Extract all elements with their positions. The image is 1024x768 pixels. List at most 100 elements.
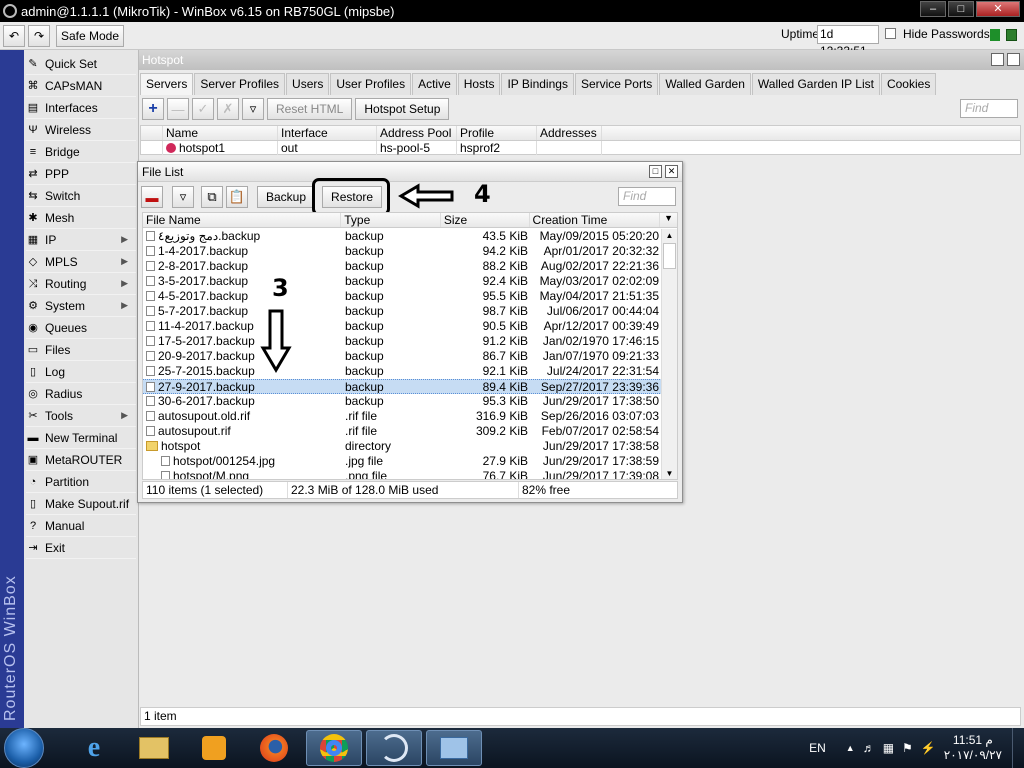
sidebar-item-quick-set[interactable]: ✎ Quick Set: [26, 53, 136, 75]
remove-button[interactable]: —: [167, 98, 189, 120]
table-row[interactable]: autosupout.rif .rif file 309.2 KiB Feb/07/2…: [143, 424, 662, 439]
power-icon[interactable]: ⚡: [921, 741, 936, 755]
sidebar-item-switch[interactable]: ⇆ Switch: [26, 185, 136, 207]
table-row[interactable]: 25-7-2015.backup backup 92.1 KiB Jul/24/201…: [143, 364, 662, 379]
table-row[interactable]: 30-6-2017.backup backup 95.3 KiB Jun/29/201…: [143, 394, 662, 409]
hotspot-close-button[interactable]: ✕: [1007, 53, 1020, 66]
maximize-button[interactable]: □: [948, 1, 974, 17]
clock[interactable]: 11:51 م ٢٠١٧/٠٩/٢٧: [944, 733, 1002, 763]
sidebar-item-log[interactable]: ▯ Log: [26, 361, 136, 383]
file-filter-button[interactable]: ▿: [172, 186, 194, 208]
hide-passwords-checkbox[interactable]: [885, 28, 896, 39]
sidebar-item-metarouter[interactable]: ▣ MetaROUTER: [26, 449, 136, 471]
backup-button[interactable]: Backup: [257, 186, 316, 208]
sidebar-item-routing[interactable]: ⤨ Routing ▶: [26, 273, 136, 295]
hotspot-find-input[interactable]: Find: [960, 99, 1018, 118]
reset-html-button[interactable]: Reset HTML: [267, 98, 353, 120]
table-row[interactable]: دمج وتوزيع٤.backup backup 43.5 KiB May/09/2…: [143, 229, 662, 244]
col-file-name[interactable]: File Name: [143, 213, 342, 227]
disable-button[interactable]: ✗: [217, 98, 239, 120]
table-row[interactable]: 20-9-2017.backup backup 86.7 KiB Jan/07/197…: [143, 349, 662, 364]
add-button[interactable]: +: [142, 98, 164, 120]
sidebar-item-bridge[interactable]: ≡ Bridge: [26, 141, 136, 163]
tab-active[interactable]: Active: [412, 73, 457, 95]
table-row[interactable]: 1-4-2017.backup backup 94.2 KiB Apr/01/2017…: [143, 244, 662, 259]
table-row[interactable]: 27-9-2017.backup backup 89.4 KiB Sep/27/201…: [143, 379, 662, 394]
sidebar-item-capsman[interactable]: ⌘ CAPsMAN: [26, 75, 136, 97]
sidebar-item-mesh[interactable]: ✱ Mesh: [26, 207, 136, 229]
taskbar-chrome[interactable]: [306, 730, 362, 766]
tab-server-profiles[interactable]: Server Profiles: [194, 73, 286, 95]
file-find-input[interactable]: Find: [618, 187, 676, 206]
sidebar-item-mpls[interactable]: ◇ MPLS ▶: [26, 251, 136, 273]
taskbar-winbox[interactable]: [366, 730, 422, 766]
language-indicator[interactable]: EN: [809, 741, 826, 755]
tab-service-ports[interactable]: Service Ports: [574, 73, 659, 95]
file-list-scrollbar[interactable]: ▲ ▼: [661, 229, 677, 479]
sidebar-item-ppp[interactable]: ⇄ PPP: [26, 163, 136, 185]
sidebar-item-new-terminal[interactable]: ▬ New Terminal: [26, 427, 136, 449]
close-button[interactable]: ✕: [976, 1, 1020, 17]
enable-button[interactable]: ✓: [192, 98, 214, 120]
taskbar-control-panel[interactable]: [426, 730, 482, 766]
delete-file-button[interactable]: ▬: [141, 186, 163, 208]
tab-cookies[interactable]: Cookies: [880, 73, 937, 95]
col-type[interactable]: Type: [341, 213, 441, 227]
tab-walled-garden[interactable]: Walled Garden: [659, 73, 751, 95]
file-list-close-button[interactable]: ✕: [665, 165, 678, 178]
safe-mode-button[interactable]: Safe Mode: [56, 24, 124, 47]
sidebar-item-exit[interactable]: ⇥ Exit: [26, 537, 136, 559]
paste-button[interactable]: 📋: [226, 186, 248, 208]
sidebar-item-partition[interactable]: ◔ Partition: [26, 471, 136, 493]
col-addresses[interactable]: Addresses ...: [537, 126, 602, 140]
tab-hosts[interactable]: Hosts: [457, 73, 501, 95]
file-list-restore-button[interactable]: □: [649, 165, 662, 178]
copy-button[interactable]: ⧉: [201, 186, 223, 208]
table-row[interactable]: 11-4-2017.backup backup 90.5 KiB Apr/12/201…: [143, 319, 662, 334]
scroll-down-icon[interactable]: ▼: [662, 467, 677, 479]
show-hidden-icons-icon[interactable]: ▲: [846, 743, 855, 753]
table-row[interactable]: 4-5-2017.backup backup 95.5 KiB May/04/2017…: [143, 289, 662, 304]
scroll-up-icon[interactable]: ▲: [662, 229, 677, 242]
col-interface[interactable]: Interface: [278, 126, 377, 140]
table-row[interactable]: 2-8-2017.backup backup 88.2 KiB Aug/02/2017…: [143, 259, 662, 274]
undo-button[interactable]: ↶: [3, 24, 25, 47]
col-size[interactable]: Size: [441, 213, 530, 227]
tab-ip-bindings[interactable]: IP Bindings: [501, 73, 574, 95]
sidebar-item-ip[interactable]: ▦ IP ▶: [26, 229, 136, 251]
table-row[interactable]: 5-7-2017.backup backup 98.7 KiB Jul/06/2017…: [143, 304, 662, 319]
table-row[interactable]: hotspot/001254.jpg .jpg file 27.9 KiB Jun/2…: [143, 454, 662, 469]
file-column-dropdown-icon[interactable]: ▼: [660, 213, 677, 227]
col-name[interactable]: Name: [163, 126, 278, 140]
show-desktop-button[interactable]: [1012, 728, 1024, 768]
sidebar-item-radius[interactable]: ◎ Radius: [26, 383, 136, 405]
taskbar-media-player[interactable]: [186, 730, 242, 766]
tab-users[interactable]: Users: [286, 73, 330, 95]
col-address-pool[interactable]: Address Pool: [377, 126, 457, 140]
redo-button[interactable]: ↷: [28, 24, 50, 47]
sidebar-item-tools[interactable]: ✂ Tools ▶: [26, 405, 136, 427]
table-row[interactable]: 17-5-2017.backup backup 91.2 KiB Jan/02/197…: [143, 334, 662, 349]
tab-walled-garden-ip-list[interactable]: Walled Garden IP List: [751, 73, 880, 95]
sidebar-item-queues[interactable]: ◉ Queues: [26, 317, 136, 339]
table-row[interactable]: hotspot/M.png .png file 76.7 KiB Jun/29/201…: [143, 469, 662, 479]
table-row[interactable]: 3-5-2017.backup backup 92.4 KiB May/03/2017…: [143, 274, 662, 289]
taskbar-ie[interactable]: e: [66, 730, 122, 766]
network-icon[interactable]: ▦: [883, 741, 894, 755]
taskbar-firefox[interactable]: [246, 730, 302, 766]
scroll-thumb[interactable]: [663, 243, 676, 269]
volume-icon[interactable]: ♬: [863, 741, 875, 755]
sidebar-item-interfaces[interactable]: ▤ Interfaces: [26, 97, 136, 119]
sidebar-item-make-supout-rif[interactable]: ▯ Make Supout.rif: [26, 493, 136, 515]
filter-button[interactable]: ▿: [242, 98, 264, 120]
tab-user-profiles[interactable]: User Profiles: [330, 73, 412, 95]
table-row[interactable]: hotspot directory Jun/29/2017 17:38:58: [143, 439, 662, 454]
sidebar-item-manual[interactable]: ? Manual: [26, 515, 136, 537]
sidebar-item-files[interactable]: ▭ Files: [26, 339, 136, 361]
table-row[interactable]: autosupout.old.rif .rif file 316.9 KiB Sep/…: [143, 409, 662, 424]
action-center-icon[interactable]: ⚑: [902, 741, 913, 755]
start-button[interactable]: [4, 728, 44, 768]
taskbar-explorer[interactable]: [126, 730, 182, 766]
hotspot-setup-button[interactable]: Hotspot Setup: [355, 98, 450, 120]
minimize-button[interactable]: –: [920, 1, 946, 17]
